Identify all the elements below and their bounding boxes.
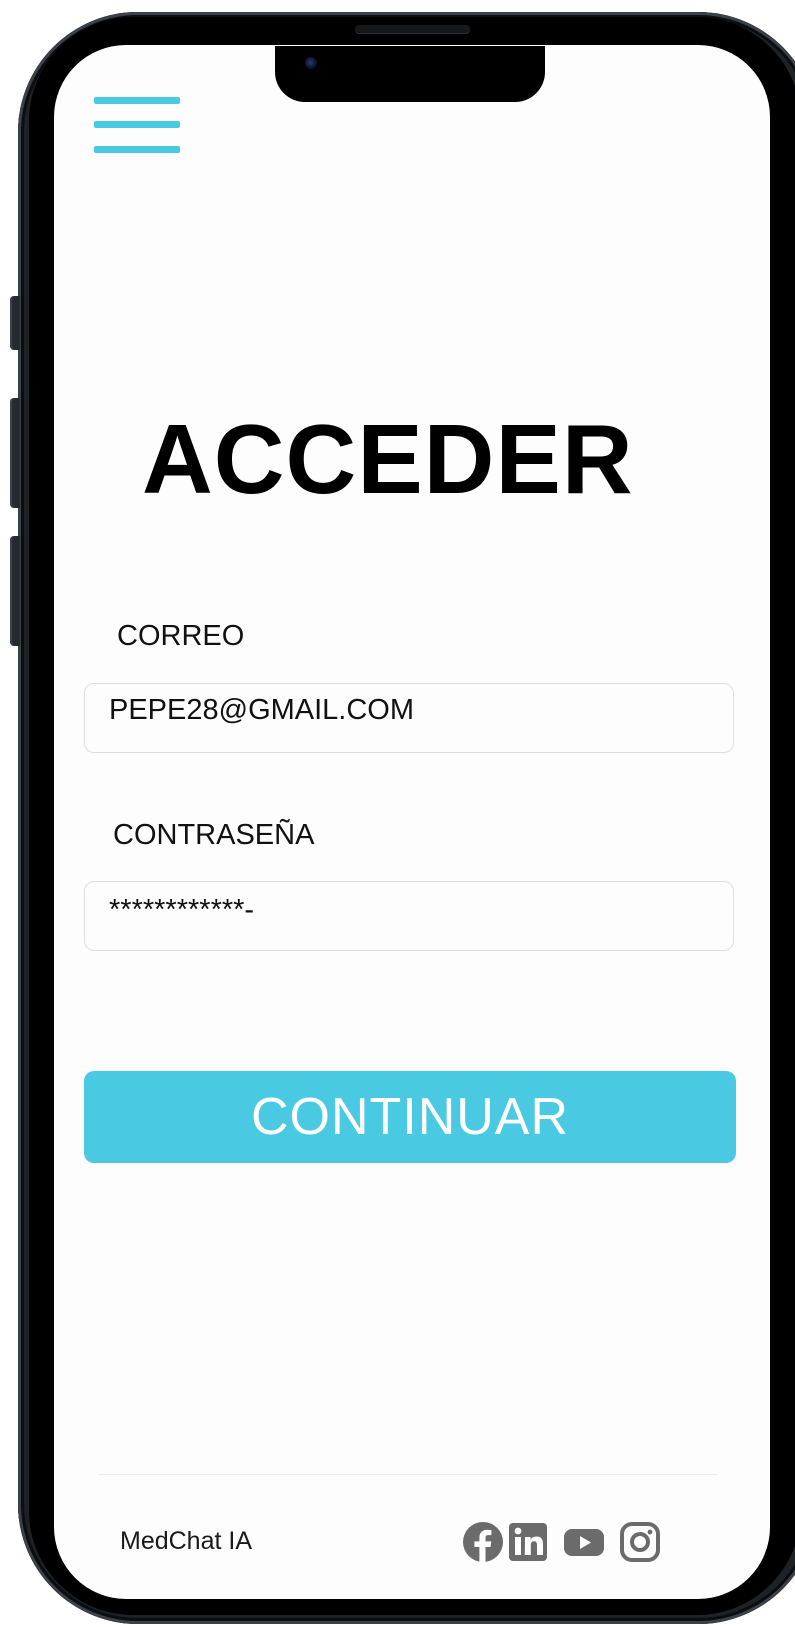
instagram-icon[interactable] (619, 1521, 661, 1563)
page-title: ACCEDER (142, 404, 634, 514)
password-field[interactable]: ************- (84, 881, 734, 951)
footer-divider (98, 1474, 718, 1475)
facebook-icon[interactable] (462, 1521, 504, 1563)
email-field[interactable]: PEPE28@GMAIL.COM (84, 683, 734, 753)
continue-button[interactable]: CONTINUAR (84, 1071, 736, 1163)
volume-down-button (10, 536, 20, 646)
hamburger-menu-icon[interactable] (94, 97, 180, 155)
linkedin-icon[interactable] (507, 1521, 549, 1563)
mute-switch (10, 296, 20, 350)
app-screen: ACCEDER CORREO PEPE28@GMAIL.COM CONTRASE… (54, 45, 770, 1599)
footer-brand: MedChat IA (120, 1527, 253, 1555)
phone-mockup: ACCEDER CORREO PEPE28@GMAIL.COM CONTRASE… (0, 0, 795, 1627)
email-value: PEPE28@GMAIL.COM (109, 694, 415, 726)
phone-notch (275, 46, 545, 102)
email-label: CORREO (117, 620, 245, 652)
earpiece-speaker (355, 25, 470, 33)
volume-up-button (10, 398, 20, 508)
youtube-icon[interactable] (563, 1521, 605, 1563)
password-value: ************- (109, 894, 255, 926)
password-label: CONTRASEÑA (113, 819, 315, 851)
front-camera (305, 57, 317, 69)
